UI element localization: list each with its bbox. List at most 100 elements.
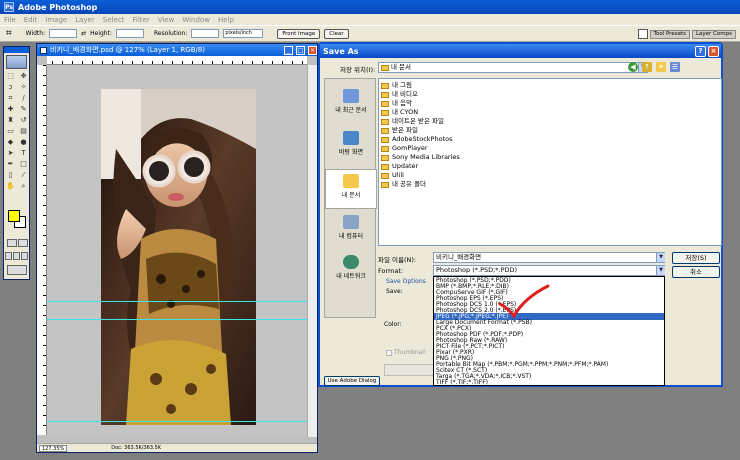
list-item[interactable]: Sony Media Libraries [381, 153, 460, 162]
hand-tool-icon[interactable]: ✋ [5, 181, 16, 191]
brush-tool-icon[interactable]: ✎ [18, 104, 29, 114]
move-tool-icon[interactable]: ✥ [18, 71, 29, 81]
blur-tool-icon[interactable]: ◆ [5, 137, 16, 147]
new-folder-icon[interactable]: ✦ [656, 62, 666, 72]
document-photo[interactable] [101, 89, 256, 425]
chevron-down-icon[interactable]: ▼ [656, 266, 665, 275]
list-item[interactable]: GomPlayer [381, 144, 428, 153]
list-item[interactable]: 내 CYON [381, 108, 418, 117]
swap-icon[interactable]: ⇄ [81, 30, 86, 37]
list-item[interactable]: 내 비디오 [381, 90, 418, 99]
menu-image[interactable]: Image [45, 16, 67, 24]
save-button[interactable]: 저장(S) [672, 252, 720, 264]
crop-tool-icon[interactable]: ⌗ [5, 93, 16, 103]
format-select[interactable]: Photoshop (*.PSD;*.PDD) [433, 265, 665, 276]
list-item[interactable]: Updater [381, 162, 418, 171]
place-network[interactable]: 내 네트워크 [325, 251, 377, 291]
clear-button[interactable]: Clear [324, 28, 349, 39]
dodge-tool-icon[interactable]: ● [18, 137, 29, 147]
filename-input[interactable]: 비키니_배경화면 [433, 252, 665, 263]
list-item[interactable]: 내 음악 [381, 99, 412, 108]
resolution-unit-select[interactable]: pixels/inch [223, 29, 264, 38]
tab-tool-presets[interactable]: Tool Presets [649, 29, 690, 39]
jump-to-imageready-icon[interactable] [7, 265, 27, 275]
history-brush-icon[interactable]: ↺ [18, 115, 29, 125]
tab-layer-comps[interactable]: Layer Comps [691, 29, 736, 39]
place-recent[interactable]: 내 최근 문서 [325, 85, 377, 125]
screen-mode-3-icon[interactable] [21, 252, 28, 260]
standard-mode-icon[interactable] [7, 239, 17, 247]
list-item[interactable]: 네이트온 받은 파일 [381, 117, 444, 126]
menu-window[interactable]: Window [182, 16, 210, 24]
palette-well-icon[interactable] [637, 29, 648, 39]
use-adobe-dialog-button[interactable]: Use Adobe Dialog [324, 376, 380, 386]
quickmask-mode-icon[interactable] [18, 239, 28, 247]
vertical-scrollbar[interactable] [307, 65, 317, 437]
front-image-button[interactable]: Front Image [277, 28, 321, 39]
gradient-tool-icon[interactable]: ▤ [18, 126, 29, 136]
eyedropper-icon[interactable]: ⁄ [18, 170, 29, 180]
minimize-icon[interactable]: _ [284, 45, 293, 55]
document-title-bar[interactable]: 비키니_배경화면.psd @ 127% (Layer 1, RGB/8) _ □… [37, 44, 317, 56]
maximize-icon[interactable]: □ [296, 45, 305, 55]
up-folder-icon[interactable]: ↑ [642, 62, 652, 72]
place-desktop[interactable]: 바탕 화면 [325, 127, 377, 167]
stamp-tool-icon[interactable]: ♜ [5, 115, 16, 125]
height-field[interactable] [115, 29, 144, 38]
guide-line[interactable] [47, 301, 309, 302]
menu-file[interactable]: File [4, 16, 16, 24]
canvas-area[interactable] [47, 65, 309, 437]
list-item[interactable]: 받은 파일 [381, 126, 418, 135]
path-select-icon[interactable]: ➤ [5, 148, 16, 158]
dialog-title-bar[interactable]: Save As ? × [320, 44, 721, 58]
look-in-select[interactable]: 내 문서 ▼ [378, 62, 648, 73]
foreground-color-swatch[interactable] [8, 210, 20, 222]
shape-tool-icon[interactable]: □ [18, 159, 29, 169]
chevron-down-icon[interactable]: ▼ [656, 253, 665, 262]
list-item[interactable]: Ulili [381, 171, 404, 180]
menu-help[interactable]: Help [218, 16, 234, 24]
help-icon[interactable]: ? [695, 45, 706, 57]
pen-tool-icon[interactable]: ✒ [5, 159, 16, 169]
healing-brush-icon[interactable]: ✚ [5, 104, 16, 114]
menu-layer[interactable]: Layer [75, 16, 95, 24]
type-tool-icon[interactable]: T [18, 148, 29, 158]
width-field[interactable] [49, 29, 78, 38]
menu-edit[interactable]: Edit [24, 16, 38, 24]
toolbox-logo[interactable] [6, 55, 27, 69]
zoom-level[interactable]: 127.35% [39, 444, 68, 452]
lasso-tool-icon[interactable]: ↄ [5, 82, 16, 92]
vertical-ruler[interactable] [37, 65, 47, 435]
place-my-documents[interactable]: 내 문서 [325, 169, 377, 209]
guide-line[interactable] [47, 319, 309, 320]
format-option[interactable]: TIFF (*.TIF;*.TIFF) [434, 379, 664, 386]
eraser-tool-icon[interactable]: ▭ [5, 126, 16, 136]
menu-select[interactable]: Select [103, 16, 125, 24]
list-item[interactable]: 내 그림 [381, 81, 412, 90]
list-item[interactable]: AdobeStockPhotos [381, 135, 452, 144]
guide-line[interactable] [47, 421, 309, 422]
folder-icon [381, 163, 389, 170]
close-icon[interactable]: × [308, 45, 317, 55]
back-icon[interactable]: ◀ [628, 62, 638, 72]
menu-view[interactable]: View [158, 16, 175, 24]
crop-tool-icon[interactable]: ⌗ [6, 28, 12, 39]
toolbox-header[interactable] [4, 47, 29, 53]
magic-wand-icon[interactable]: ✧ [18, 82, 29, 92]
folder-icon [381, 118, 389, 125]
resolution-field[interactable] [191, 29, 220, 38]
slice-tool-icon[interactable]: ∕ [18, 93, 29, 103]
list-item[interactable]: 내 공유 폴더 [381, 180, 426, 189]
notes-tool-icon[interactable]: ▯ [5, 170, 16, 180]
menu-filter[interactable]: Filter [132, 16, 149, 24]
place-my-computer[interactable]: 내 컴퓨터 [325, 211, 377, 251]
horizontal-ruler[interactable] [47, 56, 307, 65]
screen-mode-2-icon[interactable] [13, 252, 20, 260]
screen-mode-1-icon[interactable] [5, 252, 12, 260]
close-icon[interactable]: × [708, 45, 719, 57]
file-list[interactable]: 내 그림 내 비디오 내 음악 내 CYON 네이트온 받은 파일 받은 파일 … [378, 78, 722, 246]
cancel-button[interactable]: 취소 [672, 266, 720, 278]
view-menu-icon[interactable]: ☰ [670, 62, 680, 72]
marquee-tool-icon[interactable]: ⬚ [5, 71, 16, 81]
zoom-tool-icon[interactable]: ⌕ [18, 181, 29, 191]
